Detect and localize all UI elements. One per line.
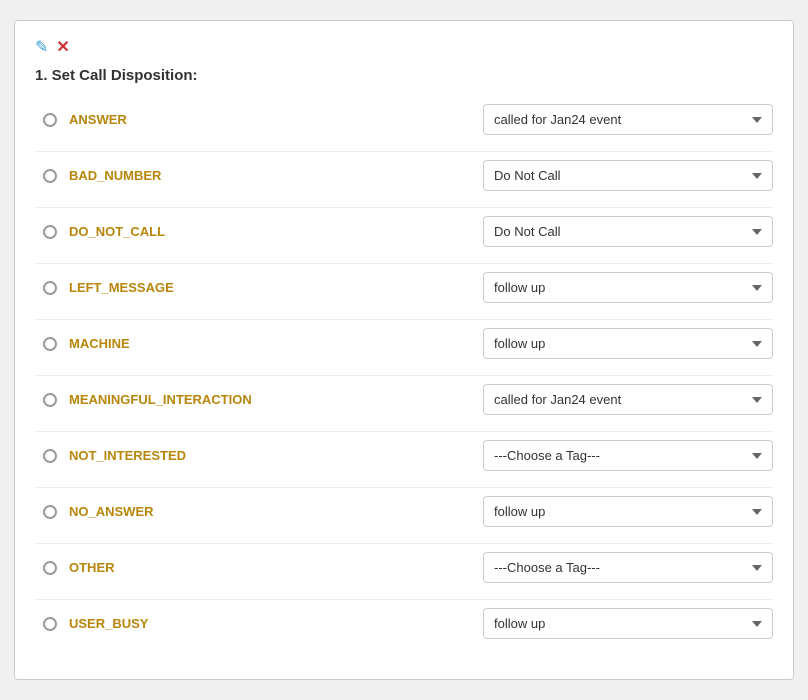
radio-do_not_call[interactable] [43, 225, 57, 239]
edit-icon[interactable]: ✎ [35, 37, 48, 57]
divider [35, 431, 773, 432]
label-meaningful_interaction: MEANINGFUL_INTERACTION [65, 392, 483, 407]
select-not_interested[interactable]: ---Choose a Tag---follow upDo Not Callca… [483, 440, 773, 471]
table-row: MEANINGFUL_INTERACTIONcalled for Jan24 e… [35, 378, 773, 421]
table-row: NOT_INTERESTED---Choose a Tag---follow u… [35, 434, 773, 477]
select-do_not_call[interactable]: Do Not Callfollow upcalled for Jan24 eve… [483, 216, 773, 247]
radio-bad_number[interactable] [43, 169, 57, 183]
toolbar: ✎ ✕ [35, 37, 773, 57]
label-bad_number: BAD_NUMBER [65, 168, 483, 183]
table-row: LEFT_MESSAGEfollow upDo Not Callcalled f… [35, 266, 773, 309]
select-bad_number[interactable]: Do Not Callfollow upcalled for Jan24 eve… [483, 160, 773, 191]
table-row: DO_NOT_CALLDo Not Callfollow upcalled fo… [35, 210, 773, 253]
divider [35, 207, 773, 208]
select-left_message[interactable]: follow upDo Not Callcalled for Jan24 eve… [483, 272, 773, 303]
divider [35, 543, 773, 544]
call-disposition-panel: ✎ ✕ 1. Set Call Disposition: ANSWERcalle… [14, 20, 794, 680]
label-user_busy: USER_BUSY [65, 616, 483, 631]
select-machine[interactable]: follow upDo Not Callcalled for Jan24 eve… [483, 328, 773, 359]
table-row: USER_BUSYfollow upDo Not Callcalled for … [35, 602, 773, 645]
radio-left_message[interactable] [43, 281, 57, 295]
select-no_answer[interactable]: follow upDo Not Callcalled for Jan24 eve… [483, 496, 773, 527]
table-row: ANSWERcalled for Jan24 eventfollow upDo … [35, 98, 773, 141]
table-row: BAD_NUMBERDo Not Callfollow upcalled for… [35, 154, 773, 197]
section-title: 1. Set Call Disposition: [35, 67, 773, 84]
label-not_interested: NOT_INTERESTED [65, 448, 483, 463]
divider [35, 599, 773, 600]
radio-answer[interactable] [43, 113, 57, 127]
divider [35, 151, 773, 152]
select-meaningful_interaction[interactable]: called for Jan24 eventfollow upDo Not Ca… [483, 384, 773, 415]
radio-meaningful_interaction[interactable] [43, 393, 57, 407]
disposition-rows: ANSWERcalled for Jan24 eventfollow upDo … [35, 98, 773, 645]
select-user_busy[interactable]: follow upDo Not Callcalled for Jan24 eve… [483, 608, 773, 639]
radio-machine[interactable] [43, 337, 57, 351]
close-icon[interactable]: ✕ [56, 37, 69, 57]
divider [35, 263, 773, 264]
radio-user_busy[interactable] [43, 617, 57, 631]
divider [35, 487, 773, 488]
label-no_answer: NO_ANSWER [65, 504, 483, 519]
divider [35, 375, 773, 376]
table-row: NO_ANSWERfollow upDo Not Callcalled for … [35, 490, 773, 533]
table-row: MACHINEfollow upDo Not Callcalled for Ja… [35, 322, 773, 365]
select-other[interactable]: ---Choose a Tag---follow upDo Not Callca… [483, 552, 773, 583]
table-row: OTHER---Choose a Tag---follow upDo Not C… [35, 546, 773, 589]
radio-other[interactable] [43, 561, 57, 575]
divider [35, 319, 773, 320]
select-answer[interactable]: called for Jan24 eventfollow upDo Not Ca… [483, 104, 773, 135]
label-other: OTHER [65, 560, 483, 575]
radio-not_interested[interactable] [43, 449, 57, 463]
label-answer: ANSWER [65, 112, 483, 127]
label-left_message: LEFT_MESSAGE [65, 280, 483, 295]
label-machine: MACHINE [65, 336, 483, 351]
radio-no_answer[interactable] [43, 505, 57, 519]
label-do_not_call: DO_NOT_CALL [65, 224, 483, 239]
